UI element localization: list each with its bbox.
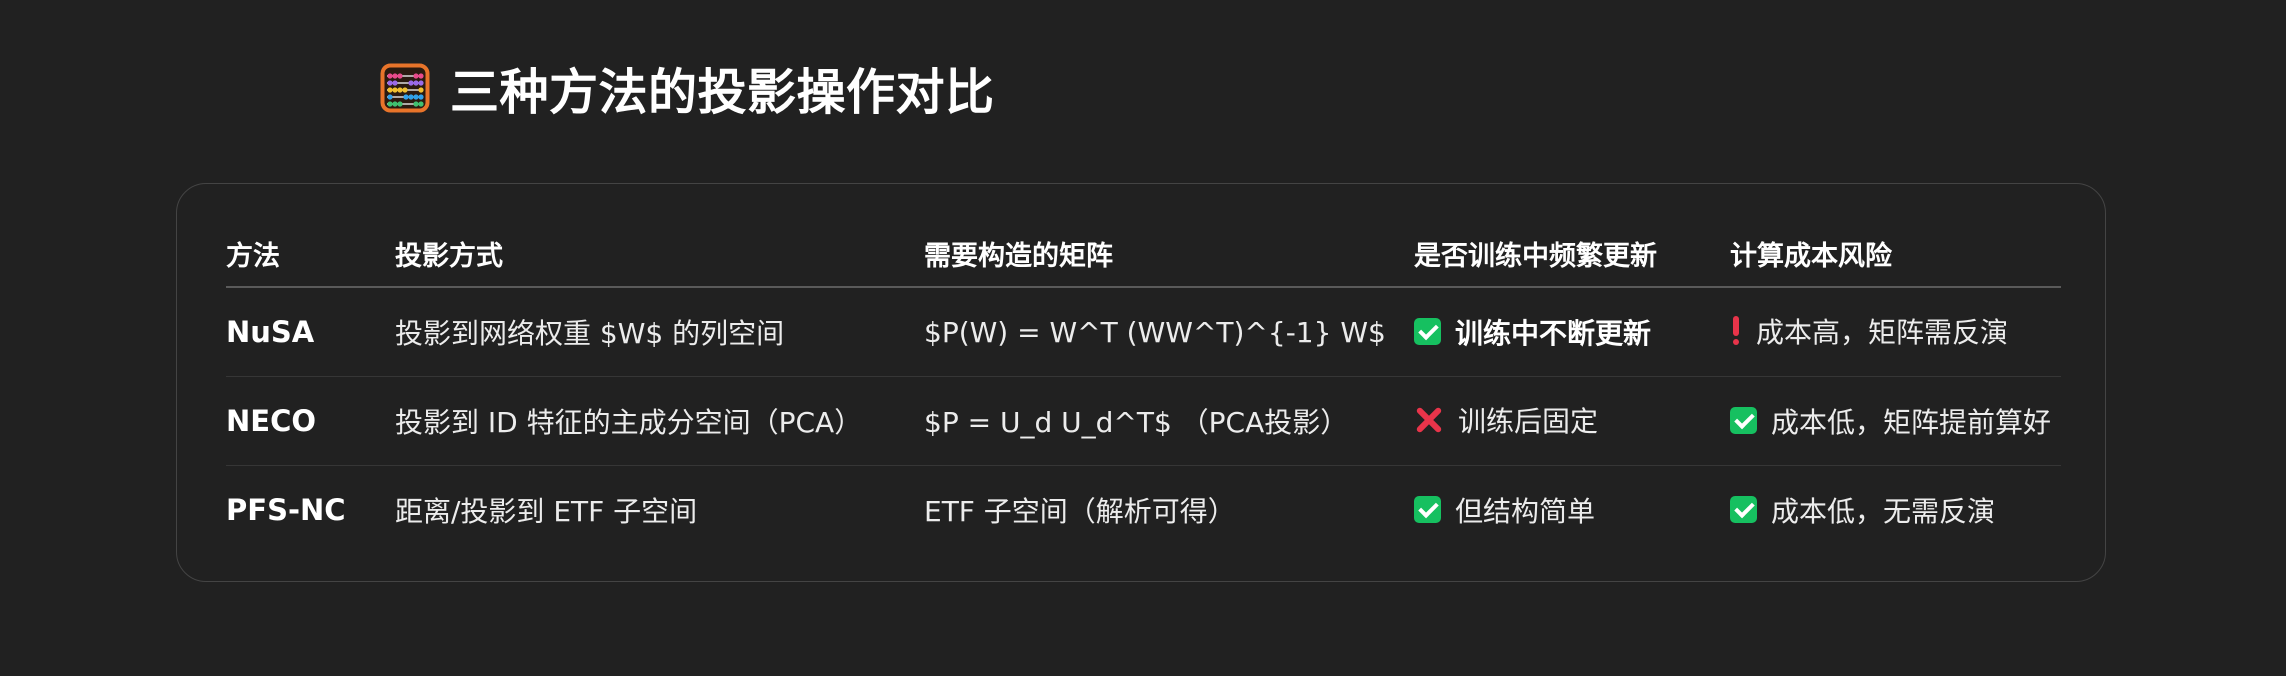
comparison-table: 方法 投影方式 需要构造的矩阵 是否训练中频繁更新 计算成本风险 NuSA 投影… bbox=[226, 220, 2061, 554]
matrix-cell: $P = U_d U_d^T$ （PCA投影） bbox=[924, 376, 1414, 466]
projection-cell: 投影到网络权重 $W$ 的列空间 bbox=[395, 287, 924, 377]
method-cell: NuSA bbox=[226, 287, 395, 377]
header-cost: 计算成本风险 bbox=[1730, 220, 2061, 288]
header-method: 方法 bbox=[226, 220, 395, 288]
header-projection: 投影方式 bbox=[395, 220, 924, 288]
update-cell: 训练后固定 bbox=[1414, 376, 1730, 466]
matrix-cell: $P(W) = W^T (WW^T)^{-1} W$ bbox=[924, 287, 1414, 377]
cost-cell: 成本低，无需反演 bbox=[1730, 466, 2061, 555]
projection-cell: 投影到 ID 特征的主成分空间（PCA） bbox=[395, 376, 924, 466]
projection-cell: 距离/投影到 ETF 子空间 bbox=[395, 495, 698, 528]
check-icon bbox=[1414, 318, 1441, 346]
header-update: 是否训练中频繁更新 bbox=[1414, 220, 1730, 288]
header-matrix: 需要构造的矩阵 bbox=[924, 220, 1414, 288]
page-heading: 三种方法的投影操作对比 bbox=[380, 54, 995, 122]
cost-text: 成本低，无需反演 bbox=[1771, 494, 1996, 528]
update-cell: 但结构简单 bbox=[1414, 466, 1730, 555]
update-cell: 训练中不断更新 bbox=[1414, 287, 1730, 377]
cost-text: 成本低，矩阵提前算好 bbox=[1771, 405, 2052, 439]
table-row: NECO 投影到 ID 特征的主成分空间（PCA） $P = U_d U_d^T… bbox=[226, 376, 2061, 466]
check-icon bbox=[1414, 496, 1441, 524]
table-header-row: 方法 投影方式 需要构造的矩阵 是否训练中频繁更新 计算成本风险 bbox=[226, 220, 2061, 288]
update-text: 训练后固定 bbox=[1458, 405, 1599, 438]
cost-text: 成本高，矩阵需反演 bbox=[1756, 316, 2009, 349]
comparison-card: 方法 投影方式 需要构造的矩阵 是否训练中频繁更新 计算成本风险 NuSA 投影… bbox=[176, 183, 2106, 582]
update-text: 训练中不断更新 bbox=[1455, 316, 1652, 350]
check-icon bbox=[1730, 496, 1757, 524]
cost-cell: 成本高，矩阵需反演 bbox=[1730, 287, 2061, 377]
page: 三种方法的投影操作对比 方法 投影方式 需要构造的矩阵 是否训练中频繁更新 计算… bbox=[0, 0, 2286, 676]
abacus-icon bbox=[380, 63, 430, 113]
update-text: 但结构简单 bbox=[1455, 494, 1596, 528]
check-icon bbox=[1730, 407, 1757, 435]
cost-cell: 成本低，矩阵提前算好 bbox=[1730, 376, 2061, 466]
method-cell: PFS-NC bbox=[226, 493, 346, 527]
exclamation-icon bbox=[1730, 316, 1742, 346]
cross-icon bbox=[1414, 405, 1444, 435]
method-cell: NECO bbox=[226, 376, 395, 466]
matrix-cell: ETF 子空间（解析可得） bbox=[924, 495, 1236, 528]
page-title: 三种方法的投影操作对比 bbox=[450, 63, 995, 121]
table-row: PFS-NC 距离/投影到 ETF 子空间 ETF 子空间（解析可得） 但结构简… bbox=[226, 466, 2061, 555]
table-row: NuSA 投影到网络权重 $W$ 的列空间 $P(W) = W^T (WW^T)… bbox=[226, 287, 2061, 377]
